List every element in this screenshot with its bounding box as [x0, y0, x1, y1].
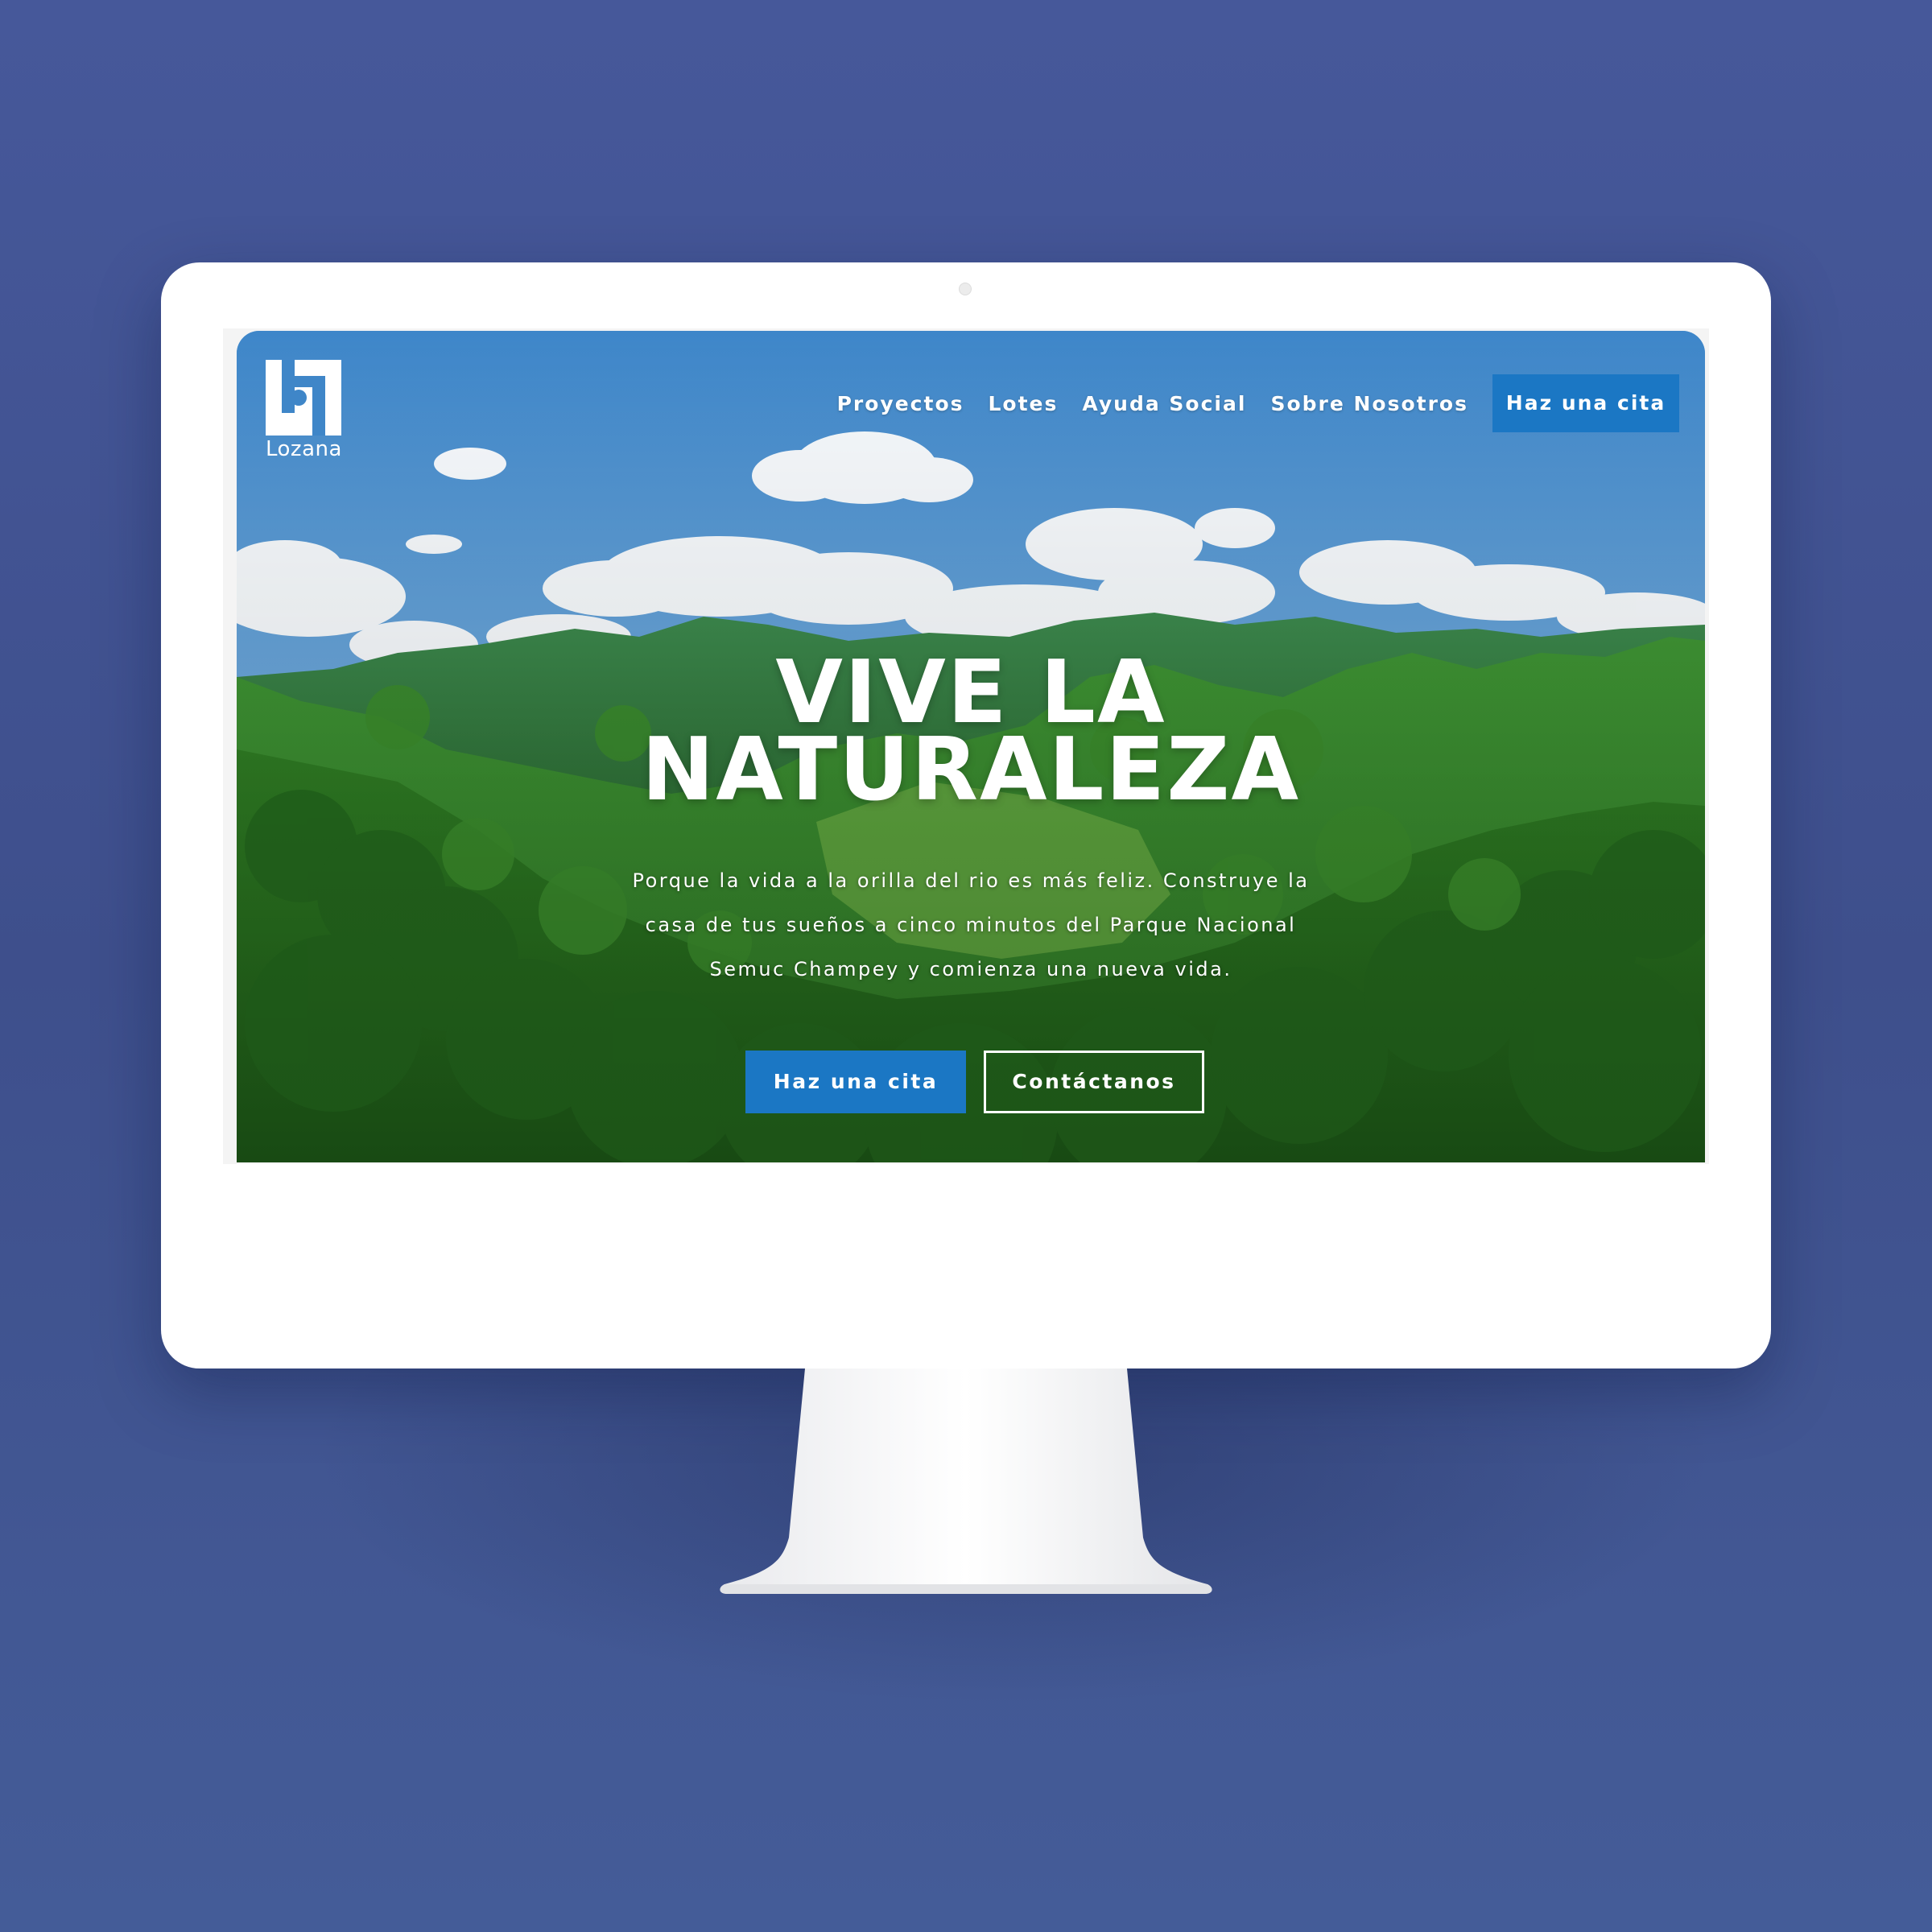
nav-item-proyectos[interactable]: Proyectos [837, 392, 964, 415]
hero-title-line-2: NATURALEZA [641, 720, 1301, 820]
hero-description-line-3: Semuc Champey y comienza una nueva vida. [709, 958, 1232, 980]
hero-description: Porque la vida a la orilla del rio es má… [629, 859, 1313, 992]
hero-description-line-1: Porque la vida a la orilla del rio es má… [632, 869, 1310, 892]
hero-description-line-2: casa de tus sueños a cinco minutos del P… [645, 914, 1297, 936]
website-screen: Lozana Proyectos Lotes Ayuda Social Sobr… [237, 331, 1705, 1162]
lozana-logo-icon[interactable]: Lozana [266, 360, 343, 464]
hero-title: VIVE LA NATURALEZA [237, 650, 1705, 820]
appointment-button[interactable]: Haz una cita [745, 1051, 966, 1113]
nav-item-ayuda-social[interactable]: Ayuda Social [1082, 392, 1246, 415]
nav-appointment-button[interactable]: Haz una cita [1492, 374, 1679, 432]
camera-icon [959, 283, 972, 295]
main-navigation: Proyectos Lotes Ayuda Social Sobre Nosot… [837, 374, 1679, 432]
brand-name: Lozana [266, 437, 342, 461]
nav-item-sobre-nosotros[interactable]: Sobre Nosotros [1270, 392, 1468, 415]
monitor-stand [720, 1368, 1212, 1594]
nav-item-lotes[interactable]: Lotes [989, 392, 1059, 415]
logo-mark [266, 360, 341, 436]
contact-button[interactable]: Contáctanos [984, 1051, 1204, 1113]
